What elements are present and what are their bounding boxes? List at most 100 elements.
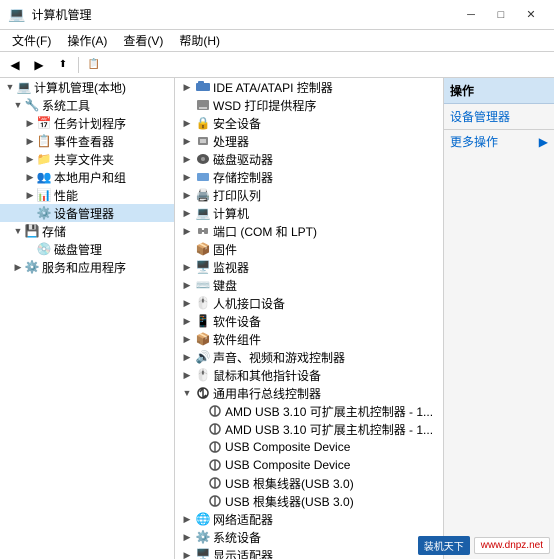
dev-item-wsd[interactable]: WSD 打印提供程序 <box>175 96 443 114</box>
dev-item-firmware[interactable]: 📦 固件 <box>175 240 443 258</box>
dev-item-sound[interactable]: ▶ 🔊 声音、视频和游戏控制器 <box>175 348 443 366</box>
expander-disk-mgmt[interactable] <box>24 243 36 255</box>
expander-software-dev[interactable]: ▶ <box>181 315 193 327</box>
tree-item-local-users[interactable]: ▶ 👥 本地用户和组 <box>0 168 174 186</box>
window-title: 计算机管理 <box>31 6 91 23</box>
dev-item-amd-usb2[interactable]: AMD USB 3.10 可扩展主机控制器 - 1... <box>175 420 443 438</box>
expander-storage[interactable]: ▼ <box>12 225 24 237</box>
dev-item-system-dev[interactable]: ▶ ⚙️ 系统设备 <box>175 528 443 546</box>
expander-sound[interactable]: ▶ <box>181 351 193 363</box>
expander-ide[interactable]: ▶ <box>181 81 193 93</box>
storage-icon: 💾 <box>24 223 40 239</box>
dev-item-usb-hub2[interactable]: USB 根集线器(USB 3.0) <box>175 492 443 510</box>
tree-item-computer[interactable]: ▼ 💻 计算机管理(本地) <box>0 78 174 96</box>
keyboard-icon: ⌨️ <box>195 277 211 293</box>
system-tools-icon: 🔧 <box>24 97 40 113</box>
tree-item-disk-mgmt[interactable]: 💿 磁盘管理 <box>0 240 174 258</box>
mouse-icon: 🖱️ <box>195 367 211 383</box>
expander-task-scheduler[interactable]: ▶ <box>24 117 36 129</box>
tree-item-device-manager[interactable]: ⚙️ 设备管理器 <box>0 204 174 222</box>
disk-drives-icon <box>195 151 211 167</box>
dev-item-usb-hub1[interactable]: USB 根集线器(USB 3.0) ➡ <box>175 474 443 492</box>
dev-item-software-comp[interactable]: ▶ 📦 软件组件 <box>175 330 443 348</box>
tree-item-shared-folders[interactable]: ▶ 📁 共享文件夹 <box>0 150 174 168</box>
expander-system-tools[interactable]: ▼ <box>12 99 24 111</box>
expander-device-manager[interactable] <box>24 207 36 219</box>
firmware-icon: 📦 <box>195 241 211 257</box>
dev-item-mouse[interactable]: ▶ 🖱️ 鼠标和其他指针设备 <box>175 366 443 384</box>
expander-print-queue[interactable]: ▶ <box>181 189 193 201</box>
tree-item-performance[interactable]: ▶ 📊 性能 <box>0 186 174 204</box>
dev-item-port[interactable]: ▶ 端口 (COM 和 LPT) <box>175 222 443 240</box>
dev-item-processor[interactable]: ▶ 处理器 <box>175 132 443 150</box>
back-button[interactable]: ◀ <box>4 54 26 76</box>
expander-network[interactable]: ▶ <box>181 513 193 525</box>
expander-display[interactable]: ▶ <box>181 549 193 559</box>
expander-human-interface[interactable]: ▶ <box>181 297 193 309</box>
menu-help[interactable]: 帮助(H) <box>171 30 228 51</box>
dev-item-human-interface[interactable]: ▶ 🖱️ 人机接口设备 <box>175 294 443 312</box>
display-icon: 🖥️ <box>195 547 211 559</box>
expander-mouse[interactable]: ▶ <box>181 369 193 381</box>
dev-item-display[interactable]: ▶ 🖥️ 显示适配器 <box>175 546 443 559</box>
expander-usb-ctrl[interactable]: ▼ <box>181 387 193 399</box>
maximize-button[interactable]: □ <box>486 4 516 26</box>
show-hide-button[interactable]: 📋 <box>83 54 105 76</box>
amd-usb1-icon <box>207 403 223 419</box>
dev-item-software-dev[interactable]: ▶ 📱 软件设备 <box>175 312 443 330</box>
forward-button[interactable]: ▶ <box>28 54 50 76</box>
tree-item-task-scheduler[interactable]: ▶ 📅 任务计划程序 <box>0 114 174 132</box>
menu-file[interactable]: 文件(F) <box>4 30 59 51</box>
tree-item-event-viewer[interactable]: ▶ 📋 事件查看器 <box>0 132 174 150</box>
disk-mgmt-icon: 💿 <box>36 241 52 257</box>
dev-item-storage-ctrl[interactable]: ▶ 存储控制器 <box>175 168 443 186</box>
expander-computer[interactable]: ▼ <box>4 81 16 93</box>
expander-processor[interactable]: ▶ <box>181 135 193 147</box>
tree-item-storage[interactable]: ▼ 💾 存储 <box>0 222 174 240</box>
expander-computer-node[interactable]: ▶ <box>181 207 193 219</box>
expander-disk-drives[interactable]: ▶ <box>181 153 193 165</box>
close-button[interactable]: ✕ <box>516 4 546 26</box>
minimize-button[interactable]: ─ <box>456 4 486 26</box>
expander-monitor[interactable]: ▶ <box>181 261 193 273</box>
wsd-icon <box>195 97 211 113</box>
watermark-badge: 装机天下 <box>418 536 470 555</box>
dev-item-usb-composite2[interactable]: USB Composite Device <box>175 456 443 474</box>
usb-composite1-icon <box>207 439 223 455</box>
expander-local-users[interactable]: ▶ <box>24 171 36 183</box>
dev-item-computer-node[interactable]: ▶ 💻 计算机 <box>175 204 443 222</box>
dev-item-disk-drives[interactable]: ▶ 磁盘驱动器 <box>175 150 443 168</box>
menu-view[interactable]: 查看(V) <box>115 30 171 51</box>
more-actions-label: 更多操作 <box>450 133 498 150</box>
system-dev-icon: ⚙️ <box>195 529 211 545</box>
dev-item-monitor[interactable]: ▶ 🖥️ 监视器 <box>175 258 443 276</box>
dev-item-usb-composite1[interactable]: USB Composite Device <box>175 438 443 456</box>
expander-shared-folders[interactable]: ▶ <box>24 153 36 165</box>
main-content: ▼ 💻 计算机管理(本地) ▼ 🔧 系统工具 ▶ 📅 任务计划程序 ▶ 📋 事件… <box>0 78 554 559</box>
expander-port[interactable]: ▶ <box>181 225 193 237</box>
menu-bar: 文件(F) 操作(A) 查看(V) 帮助(H) <box>0 30 554 52</box>
event-viewer-icon: 📋 <box>36 133 52 149</box>
expander-keyboard[interactable]: ▶ <box>181 279 193 291</box>
dev-item-security[interactable]: ▶ 🔒 安全设备 <box>175 114 443 132</box>
expander-performance[interactable]: ▶ <box>24 189 36 201</box>
dev-item-network[interactable]: ▶ 🌐 网络适配器 <box>175 510 443 528</box>
expander-system-dev[interactable]: ▶ <box>181 531 193 543</box>
dev-item-keyboard[interactable]: ▶ ⌨️ 键盘 <box>175 276 443 294</box>
expander-storage-ctrl[interactable]: ▶ <box>181 171 193 183</box>
watermark: 装机天下 www.dnpz.net <box>418 536 550 555</box>
expander-event-viewer[interactable]: ▶ <box>24 135 36 147</box>
dev-item-print-queue[interactable]: ▶ 🖨️ 打印队列 <box>175 186 443 204</box>
tree-item-services[interactable]: ▶ ⚙️ 服务和应用程序 <box>0 258 174 276</box>
up-button[interactable]: ⬆ <box>52 54 74 76</box>
tree-item-system-tools[interactable]: ▼ 🔧 系统工具 <box>0 96 174 114</box>
expander-services[interactable]: ▶ <box>12 261 24 273</box>
expander-security[interactable]: ▶ <box>181 117 193 129</box>
dev-item-ide[interactable]: ▶ IDE ATA/ATAPI 控制器 <box>175 78 443 96</box>
dev-item-amd-usb1[interactable]: AMD USB 3.10 可扩展主机控制器 - 1... ➡ <box>175 402 443 420</box>
dev-item-usb-ctrl[interactable]: ▼ 通用串行总线控制器 <box>175 384 443 402</box>
more-actions-button[interactable]: 更多操作 ▶ <box>444 130 554 153</box>
menu-action[interactable]: 操作(A) <box>59 30 115 51</box>
expander-software-comp[interactable]: ▶ <box>181 333 193 345</box>
sound-icon: 🔊 <box>195 349 211 365</box>
